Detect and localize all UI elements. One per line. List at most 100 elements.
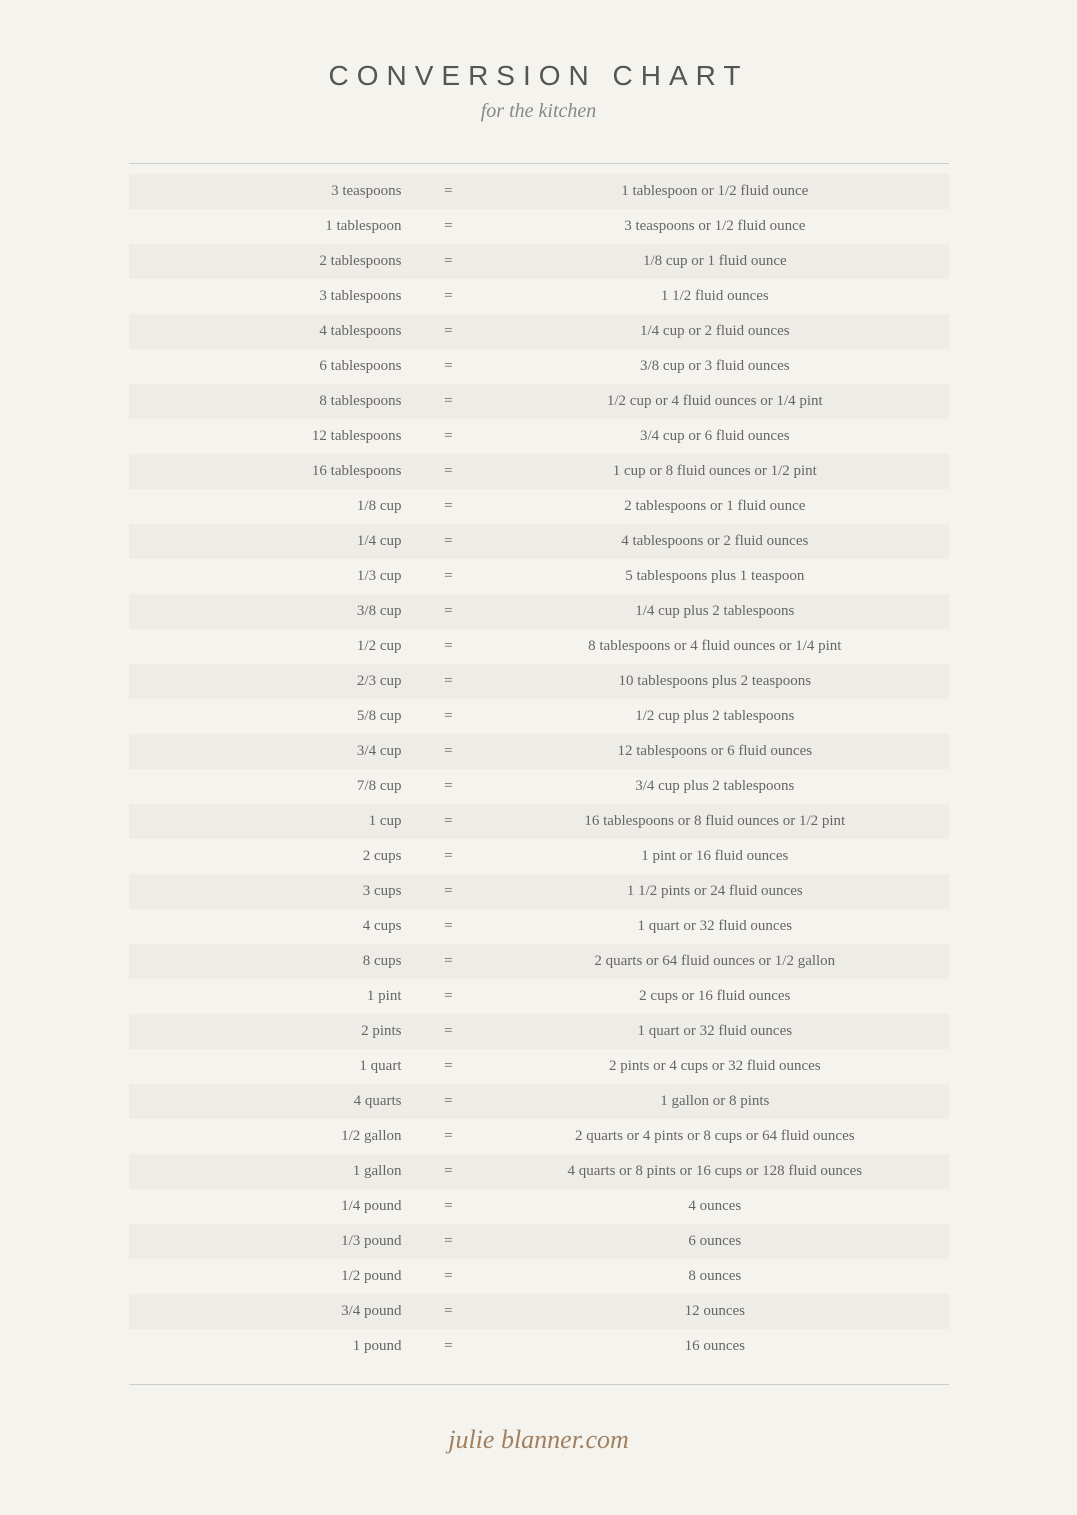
cell-equals: = xyxy=(416,1294,482,1329)
cell-left: 3/8 cup xyxy=(129,594,416,629)
cell-left: 1/4 pound xyxy=(129,1189,416,1224)
cell-right: 5 tablespoons plus 1 teaspoon xyxy=(481,559,948,594)
cell-left: 16 tablespoons xyxy=(129,454,416,489)
cell-right: 1 quart or 32 fluid ounces xyxy=(481,909,948,944)
footer-divider xyxy=(129,1384,949,1385)
cell-right: 2 pints or 4 cups or 32 fluid ounces xyxy=(481,1049,948,1084)
table-row: 1/4 pound=4 ounces xyxy=(129,1189,949,1224)
cell-left: 2 pints xyxy=(129,1014,416,1049)
table-row: 3/8 cup=1/4 cup plus 2 tablespoons xyxy=(129,594,949,629)
table-row: 1/4 cup=4 tablespoons or 2 fluid ounces xyxy=(129,524,949,559)
cell-equals: = xyxy=(416,174,482,209)
cell-equals: = xyxy=(416,979,482,1014)
cell-equals: = xyxy=(416,384,482,419)
cell-equals: = xyxy=(416,314,482,349)
cell-left: 1 gallon xyxy=(129,1154,416,1189)
cell-right: 16 tablespoons or 8 fluid ounces or 1/2 … xyxy=(481,804,948,839)
table-row: 4 quarts=1 gallon or 8 pints xyxy=(129,1084,949,1119)
cell-left: 1 pound xyxy=(129,1329,416,1364)
cell-right: 2 tablespoons or 1 fluid ounce xyxy=(481,489,948,524)
cell-left: 3/4 pound xyxy=(129,1294,416,1329)
table-row: 3 tablespoons=1 1/2 fluid ounces xyxy=(129,279,949,314)
cell-left: 4 quarts xyxy=(129,1084,416,1119)
cell-equals: = xyxy=(416,769,482,804)
table-row: 2 pints=1 quart or 32 fluid ounces xyxy=(129,1014,949,1049)
cell-right: 1/2 cup or 4 fluid ounces or 1/4 pint xyxy=(481,384,948,419)
table-row: 2 tablespoons=1/8 cup or 1 fluid ounce xyxy=(129,244,949,279)
table-row: 1 pound=16 ounces xyxy=(129,1329,949,1364)
cell-left: 1/2 cup xyxy=(129,629,416,664)
table-row: 16 tablespoons=1 cup or 8 fluid ounces o… xyxy=(129,454,949,489)
cell-left: 2/3 cup xyxy=(129,664,416,699)
cell-equals: = xyxy=(416,804,482,839)
cell-left: 1/2 pound xyxy=(129,1259,416,1294)
cell-right: 1 cup or 8 fluid ounces or 1/2 pint xyxy=(481,454,948,489)
cell-right: 1 1/2 pints or 24 fluid ounces xyxy=(481,874,948,909)
table-row: 1/2 cup=8 tablespoons or 4 fluid ounces … xyxy=(129,629,949,664)
page-footer: julie blanner.com xyxy=(129,1425,949,1455)
cell-right: 3/4 cup or 6 fluid ounces xyxy=(481,419,948,454)
cell-right: 16 ounces xyxy=(481,1329,948,1364)
cell-equals: = xyxy=(416,664,482,699)
cell-equals: = xyxy=(416,874,482,909)
cell-left: 1/2 gallon xyxy=(129,1119,416,1154)
cell-equals: = xyxy=(416,1119,482,1154)
cell-right: 10 tablespoons plus 2 teaspoons xyxy=(481,664,948,699)
cell-equals: = xyxy=(416,349,482,384)
cell-right: 1 gallon or 8 pints xyxy=(481,1084,948,1119)
cell-left: 8 cups xyxy=(129,944,416,979)
page-container: CONVERSION CHART for the kitchen 3 teasp… xyxy=(89,0,989,1515)
cell-right: 8 ounces xyxy=(481,1259,948,1294)
header-divider xyxy=(129,163,949,164)
conversion-table: 3 teaspoons=1 tablespoon or 1/2 fluid ou… xyxy=(129,174,949,1364)
table-row: 2/3 cup=10 tablespoons plus 2 teaspoons xyxy=(129,664,949,699)
cell-equals: = xyxy=(416,1224,482,1259)
cell-left: 1/3 pound xyxy=(129,1224,416,1259)
cell-left: 8 tablespoons xyxy=(129,384,416,419)
table-row: 3 cups=1 1/2 pints or 24 fluid ounces xyxy=(129,874,949,909)
cell-equals: = xyxy=(416,279,482,314)
cell-right: 4 tablespoons or 2 fluid ounces xyxy=(481,524,948,559)
cell-equals: = xyxy=(416,1154,482,1189)
table-row: 4 cups=1 quart or 32 fluid ounces xyxy=(129,909,949,944)
cell-right: 1 pint or 16 fluid ounces xyxy=(481,839,948,874)
cell-equals: = xyxy=(416,944,482,979)
cell-right: 1 tablespoon or 1/2 fluid ounce xyxy=(481,174,948,209)
cell-equals: = xyxy=(416,1049,482,1084)
cell-right: 3/8 cup or 3 fluid ounces xyxy=(481,349,948,384)
cell-right: 1/2 cup plus 2 tablespoons xyxy=(481,699,948,734)
cell-right: 1/4 cup or 2 fluid ounces xyxy=(481,314,948,349)
cell-right: 3 teaspoons or 1/2 fluid ounce xyxy=(481,209,948,244)
table-row: 1/3 pound=6 ounces xyxy=(129,1224,949,1259)
table-row: 1/8 cup=2 tablespoons or 1 fluid ounce xyxy=(129,489,949,524)
cell-left: 2 tablespoons xyxy=(129,244,416,279)
cell-right: 1/4 cup plus 2 tablespoons xyxy=(481,594,948,629)
cell-right: 12 tablespoons or 6 fluid ounces xyxy=(481,734,948,769)
cell-right: 2 quarts or 4 pints or 8 cups or 64 flui… xyxy=(481,1119,948,1154)
cell-left: 3/4 cup xyxy=(129,734,416,769)
cell-left: 1 quart xyxy=(129,1049,416,1084)
table-row: 1 cup=16 tablespoons or 8 fluid ounces o… xyxy=(129,804,949,839)
page-header: CONVERSION CHART for the kitchen xyxy=(129,60,949,123)
table-row: 3/4 pound=12 ounces xyxy=(129,1294,949,1329)
cell-left: 4 tablespoons xyxy=(129,314,416,349)
cell-equals: = xyxy=(416,1259,482,1294)
cell-left: 4 cups xyxy=(129,909,416,944)
table-row: 3 teaspoons=1 tablespoon or 1/2 fluid ou… xyxy=(129,174,949,209)
table-row: 1/3 cup=5 tablespoons plus 1 teaspoon xyxy=(129,559,949,594)
table-row: 1/2 pound=8 ounces xyxy=(129,1259,949,1294)
cell-right: 1/8 cup or 1 fluid ounce xyxy=(481,244,948,279)
cell-equals: = xyxy=(416,629,482,664)
cell-equals: = xyxy=(416,454,482,489)
cell-equals: = xyxy=(416,839,482,874)
cell-right: 2 quarts or 64 fluid ounces or 1/2 gallo… xyxy=(481,944,948,979)
cell-left: 1/8 cup xyxy=(129,489,416,524)
table-row: 3/4 cup=12 tablespoons or 6 fluid ounces xyxy=(129,734,949,769)
table-row: 12 tablespoons=3/4 cup or 6 fluid ounces xyxy=(129,419,949,454)
cell-equals: = xyxy=(416,1084,482,1119)
table-row: 4 tablespoons=1/4 cup or 2 fluid ounces xyxy=(129,314,949,349)
page-subtitle: for the kitchen xyxy=(129,100,949,123)
cell-equals: = xyxy=(416,594,482,629)
cell-equals: = xyxy=(416,1014,482,1049)
page-title: CONVERSION CHART xyxy=(129,60,949,92)
